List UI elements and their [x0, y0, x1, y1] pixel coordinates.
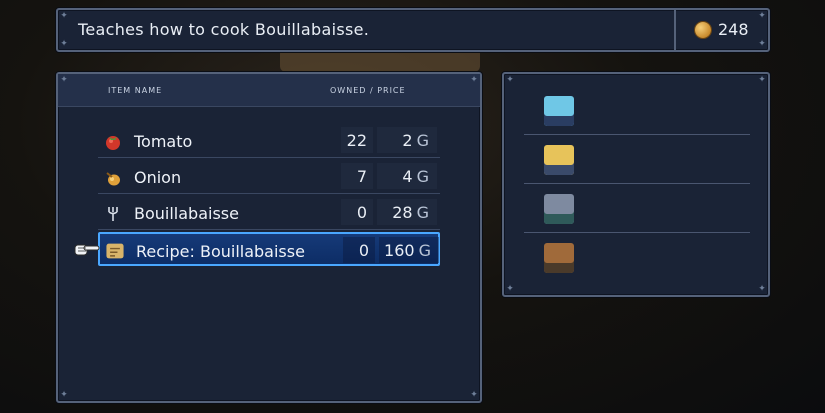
- party-member-slot[interactable]: [524, 237, 750, 282]
- item-owned-count: 22: [346, 131, 367, 150]
- header-owned-price: OWNED / PRICE: [330, 86, 406, 95]
- item-owned-count: 7: [356, 167, 367, 186]
- corner-ornament-icon: ✦: [758, 11, 766, 21]
- member-divider: [524, 232, 750, 233]
- pointer-hand-icon: [74, 244, 100, 256]
- item-price: 2: [402, 131, 413, 150]
- owned-count-box: 0: [343, 237, 375, 263]
- corner-ornament-icon: ✦: [60, 390, 68, 400]
- fork-icon: [108, 207, 118, 221]
- corner-ornament-icon: ✦: [60, 39, 68, 49]
- gold-coin-icon: [695, 22, 711, 38]
- item-name: Bouillabaisse: [134, 204, 239, 223]
- row-divider: [98, 193, 440, 194]
- row-divider: [98, 157, 440, 158]
- corner-ornament-icon: ✦: [470, 75, 478, 85]
- currency-label: G: [416, 131, 429, 150]
- header-item-name: ITEM NAME: [108, 86, 163, 95]
- shop-item-row[interactable]: Bouillabaisse 0 28 G: [98, 196, 440, 230]
- item-price: 28: [392, 203, 413, 222]
- item-name: Recipe: Bouillabaisse: [136, 242, 305, 261]
- item-owned-count: 0: [358, 241, 369, 260]
- party-member-slot[interactable]: [524, 139, 750, 184]
- corner-ornament-icon: ✦: [758, 75, 766, 85]
- brown-haired-character-portrait: [544, 243, 574, 273]
- blonde-character-portrait: [544, 145, 574, 175]
- currency-label: G: [418, 241, 431, 260]
- shop-list-header: ITEM NAME OWNED / PRICE: [58, 74, 480, 107]
- blue-haired-character-portrait: [544, 96, 574, 126]
- price-box: 4G: [377, 163, 437, 189]
- tomato-icon: [106, 136, 120, 150]
- scroll-icon: [106, 243, 124, 259]
- corner-ornament-icon: ✦: [506, 284, 514, 294]
- owned-count-box: 0: [341, 199, 373, 225]
- corner-ornament-icon: ✦: [758, 284, 766, 294]
- corner-ornament-icon: ✦: [60, 11, 68, 21]
- shop-item-list-panel: ITEM NAME OWNED / PRICE ✦ ✦ ✦ ✦ Tomato 2…: [56, 72, 482, 403]
- item-description: Teaches how to cook Bouillabaisse.: [78, 20, 370, 39]
- item-price: 160: [384, 241, 415, 260]
- corner-ornament-icon: ✦: [470, 390, 478, 400]
- owned-count-box: 22: [341, 127, 373, 153]
- member-divider: [524, 183, 750, 184]
- member-divider: [524, 134, 750, 135]
- shop-item-row-selected[interactable]: Recipe: Bouillabaisse 0 160 G: [98, 232, 440, 266]
- gray-haired-character-portrait: [544, 194, 574, 224]
- item-name: Tomato: [134, 132, 193, 151]
- price-box: 28 G: [377, 199, 437, 225]
- currency-label: G: [416, 203, 429, 222]
- item-price: 4: [402, 167, 413, 186]
- corner-ornament-icon: ✦: [60, 75, 68, 85]
- shop-item-row[interactable]: Tomato 22 2G: [98, 124, 440, 158]
- shop-item-row[interactable]: Onion 7 4G: [98, 160, 440, 194]
- party-member-slot[interactable]: [524, 188, 750, 233]
- item-owned-count: 0: [356, 203, 367, 222]
- item-name: Onion: [134, 168, 182, 187]
- gold-amount: 248: [718, 20, 749, 39]
- party-panel: ✦ ✦ ✦ ✦: [502, 72, 770, 297]
- onion-icon: [106, 172, 120, 186]
- corner-ornament-icon: ✦: [506, 75, 514, 85]
- divider: [674, 10, 676, 50]
- price-box: 160 G: [379, 237, 439, 263]
- owned-count-box: 7: [341, 163, 373, 189]
- description-bar: ✦ ✦ ✦ ✦ Teaches how to cook Bouillabaiss…: [56, 8, 770, 52]
- currency-label: G: [416, 167, 429, 186]
- row-divider: [98, 229, 440, 230]
- price-box: 2G: [377, 127, 437, 153]
- party-member-slot[interactable]: [524, 90, 750, 135]
- corner-ornament-icon: ✦: [758, 39, 766, 49]
